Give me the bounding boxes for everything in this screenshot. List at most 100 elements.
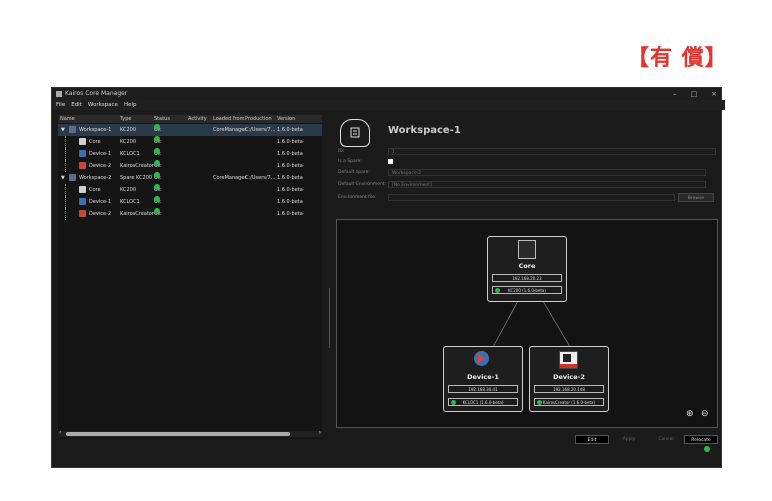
tree-cell-version: 1.6.0-beta bbox=[277, 175, 303, 181]
title-bar: Kairos Core Manager – □ × bbox=[52, 88, 721, 100]
device-1-node[interactable]: Device-1 192.168.30.41 KCLOC1 (1.6.0-bet… bbox=[443, 346, 523, 412]
col-version[interactable]: Version bbox=[277, 115, 295, 123]
ok-icon bbox=[154, 172, 160, 178]
tree-cell-status: Ok bbox=[154, 136, 161, 148]
workspace-icon bbox=[69, 174, 76, 181]
tree-connector bbox=[65, 160, 66, 172]
server-icon bbox=[79, 138, 86, 145]
id-label: ID: bbox=[338, 149, 345, 154]
core-node-name: Core bbox=[518, 262, 536, 270]
device-icon bbox=[79, 198, 86, 205]
workspace-icon bbox=[69, 126, 76, 133]
tree-row[interactable]: Core KC200 1.6.0-beta Ok bbox=[58, 136, 322, 148]
default-spare-field[interactable]: Workspace-2 bbox=[388, 169, 706, 176]
device-2-node-status: KairosCreator (1.6.0-beta) bbox=[533, 398, 605, 406]
scroll-right-icon[interactable]: › bbox=[319, 429, 321, 436]
close-button[interactable]: × bbox=[711, 88, 717, 100]
browse-button[interactable]: Browse bbox=[678, 193, 714, 202]
col-production[interactable]: Production bbox=[245, 115, 272, 123]
id-field[interactable]: 1 bbox=[388, 148, 716, 155]
menu-workspace[interactable]: Workspace bbox=[88, 100, 118, 110]
tree-cell-name: Workspace-2 bbox=[79, 175, 112, 181]
ok-icon bbox=[154, 160, 160, 166]
edit-button[interactable]: Edit bbox=[575, 435, 609, 444]
env-file-field[interactable] bbox=[388, 194, 675, 201]
panel-splitter[interactable] bbox=[329, 288, 330, 348]
tree-row[interactable]: ▼ Workspace-1 KC200 CoreManager C:/Users/7..… bbox=[58, 124, 322, 136]
ok-icon bbox=[154, 208, 160, 214]
col-activity[interactable]: Activity bbox=[188, 115, 207, 123]
zoom-out-icon[interactable]: ⊖ bbox=[701, 409, 709, 419]
tree-header: Name Type Status Activity Loaded from Pr… bbox=[58, 115, 322, 123]
spare-checkbox[interactable] bbox=[388, 159, 393, 164]
tree-cell-type: KairosCreator bbox=[120, 163, 154, 169]
tree-cell-loaded-from: CoreManager bbox=[213, 127, 247, 133]
tree-cell-type: KCLOC1 bbox=[120, 151, 140, 157]
device-1-node-status: KCLOC1 (1.6.0-beta) bbox=[447, 398, 519, 406]
tree-cell-version: 1.6.0-beta bbox=[277, 211, 303, 217]
menu-edit[interactable]: Edit bbox=[71, 100, 82, 110]
tree-cell-type: KC200 bbox=[120, 127, 137, 133]
tree-row[interactable]: Device-2 KairosCreator 1.6.0-beta Ok bbox=[58, 160, 322, 172]
creator-icon bbox=[79, 162, 86, 169]
ok-icon bbox=[154, 124, 160, 130]
tree-connector bbox=[65, 184, 66, 196]
tree-row[interactable]: Device-2 KairosCreator 1.6.0-beta Ok bbox=[58, 208, 322, 220]
paid-badge: 【有 償】 bbox=[627, 46, 728, 71]
tree-cell-type: KairosCreator bbox=[120, 211, 154, 217]
scroll-left-icon[interactable]: ‹ bbox=[59, 429, 61, 436]
menu-bar: File Edit Workspace Help bbox=[52, 100, 725, 110]
ok-icon bbox=[450, 400, 456, 405]
window-title: Kairos Core Manager bbox=[65, 90, 128, 97]
tree-cell-version: 1.6.0-beta bbox=[277, 199, 303, 205]
core-node[interactable]: Core 192.168.20.23 KC200 (1.6.0-beta) bbox=[487, 236, 567, 302]
tree-row[interactable]: Core KC200 1.6.0-beta Ok bbox=[58, 184, 322, 196]
tree-panel: Name Type Status Activity Loaded from Pr… bbox=[58, 115, 322, 439]
workspace-cloud-icon bbox=[340, 119, 370, 147]
tree-connector bbox=[65, 136, 66, 148]
maximize-button[interactable]: □ bbox=[691, 88, 698, 100]
tree-cell-version: 1.6.0-beta bbox=[277, 139, 303, 145]
tree-cell-name: Device-2 bbox=[89, 211, 112, 217]
tree-cell-loaded-from: CoreManager bbox=[213, 175, 247, 181]
menu-file[interactable]: File bbox=[56, 100, 65, 110]
tree-row[interactable]: Device-1 KCLOC1 1.6.0-beta Ok bbox=[58, 148, 322, 160]
tree-cell-name: Core bbox=[89, 139, 101, 145]
col-status[interactable]: Status bbox=[154, 115, 170, 123]
horizontal-scrollbar[interactable]: ‹ › bbox=[58, 429, 322, 437]
topology-canvas[interactable]: Core 192.168.20.23 KC200 (1.6.0-beta) De… bbox=[336, 219, 718, 428]
ok-icon bbox=[154, 136, 160, 142]
col-type[interactable]: Type bbox=[120, 115, 131, 123]
tree-cell-type: KCLOC1 bbox=[120, 199, 140, 205]
relocate-button[interactable]: Relocate bbox=[684, 435, 718, 444]
env-file-label: Environment file: bbox=[338, 195, 377, 200]
tree-cell-name: Device-1 bbox=[89, 199, 112, 205]
tree-row[interactable]: Device-1 KCLOC1 1.6.0-beta Ok bbox=[58, 196, 322, 208]
workspace-title: Workspace-1 bbox=[388, 125, 461, 136]
expand-arrow-icon[interactable]: ▼ bbox=[61, 124, 65, 136]
tree-cell-name: Device-2 bbox=[89, 163, 112, 169]
expand-arrow-icon[interactable]: ▼ bbox=[61, 172, 65, 184]
default-env-field[interactable]: [No Environment] bbox=[388, 181, 706, 188]
tree-row[interactable]: ▼ Workspace-2 Spare KC200 CoreManager C:/Use… bbox=[58, 172, 322, 184]
spare-label: Is a Spare: bbox=[338, 159, 362, 164]
cancel-button[interactable]: Cancel bbox=[649, 435, 683, 444]
app-window: Kairos Core Manager – □ × File Edit Work… bbox=[51, 87, 725, 468]
tree-cell-status: Ok bbox=[154, 160, 161, 172]
col-name[interactable]: Name bbox=[60, 115, 75, 123]
core-node-status: KC200 (1.6.0-beta) bbox=[491, 286, 563, 294]
minimize-button[interactable]: – bbox=[673, 88, 677, 100]
device-2-node[interactable]: Device-2 192.168.20.148 KairosCreator (1… bbox=[529, 346, 609, 412]
tree-cell-name: Core bbox=[89, 187, 101, 193]
device-2-node-ip: 192.168.20.148 bbox=[533, 385, 605, 393]
col-loaded-from[interactable]: Loaded from bbox=[213, 115, 244, 123]
scroll-thumb[interactable] bbox=[66, 432, 290, 436]
zoom-in-icon[interactable]: ⊕ bbox=[686, 409, 694, 419]
tree-connector bbox=[65, 196, 66, 208]
tree-cell-status: Ok bbox=[154, 124, 161, 136]
menu-help[interactable]: Help bbox=[124, 100, 137, 110]
detail-panel: Workspace-1 ID: 1 Is a Spare: Default sp… bbox=[334, 115, 718, 455]
tree-cell-type: KC200 bbox=[120, 187, 137, 193]
creator-icon bbox=[79, 210, 86, 217]
apply-button[interactable]: Apply bbox=[612, 435, 646, 444]
